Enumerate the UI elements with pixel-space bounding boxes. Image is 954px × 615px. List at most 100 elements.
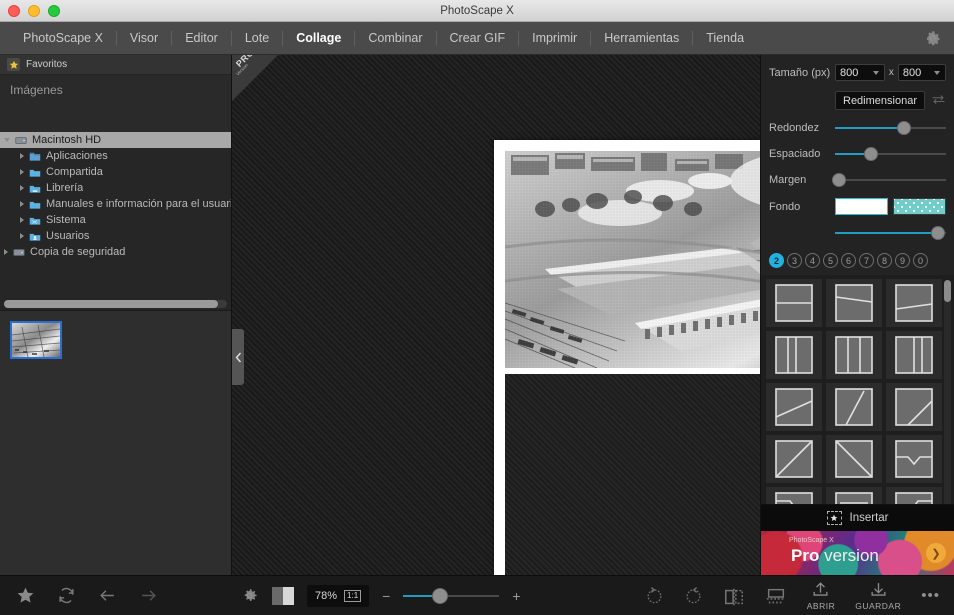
open-button[interactable]: ABRIR	[807, 580, 835, 611]
layout-tile-three-columns-even[interactable]	[826, 331, 882, 379]
collage-sheet[interactable]	[494, 140, 760, 575]
menu-item-combinar[interactable]: Combinar	[355, 22, 435, 55]
layout-tile-diagonal-steep-up[interactable]	[826, 383, 882, 431]
chevron-down-icon[interactable]	[4, 138, 10, 142]
layout-tile-two-rows-slanted-bottom[interactable]	[886, 279, 942, 327]
back-arrow-icon[interactable]	[98, 586, 117, 605]
zoom-slider[interactable]	[403, 588, 499, 604]
sidebar-collapse-handle[interactable]	[232, 329, 244, 385]
spacing-slider[interactable]	[835, 146, 946, 162]
layout-tile-diagonal-full-up[interactable]	[766, 435, 822, 483]
flip-horizontal-icon[interactable]	[723, 586, 745, 605]
rotate-left-icon[interactable]	[645, 586, 664, 605]
scrollbar-track[interactable]	[4, 300, 227, 308]
width-select[interactable]: 800	[835, 64, 885, 81]
menu-item-tienda[interactable]: Tienda	[693, 22, 757, 55]
count-badge-5[interactable]: 5	[823, 253, 838, 268]
menu-item-imprimir[interactable]: Imprimir	[519, 22, 590, 55]
tree-row-libreria[interactable]: Librería	[0, 180, 231, 196]
layout-tile-zigzag-horizontal[interactable]	[886, 435, 942, 483]
chevron-right-icon[interactable]	[20, 153, 24, 159]
insert-button[interactable]: Insertar	[761, 504, 954, 531]
layout-tile-partial-bracket-right[interactable]	[886, 487, 942, 504]
collage-cell-top[interactable]	[505, 151, 760, 368]
chevron-right-icon[interactable]	[4, 249, 8, 255]
chevron-right-icon[interactable]	[20, 169, 24, 175]
slider-knob[interactable]	[432, 588, 448, 604]
zoom-in-button[interactable]: +	[512, 588, 520, 604]
chevron-right-icon[interactable]	[20, 201, 24, 207]
count-badge-2[interactable]: 2	[769, 253, 784, 268]
tree-row-compartida[interactable]: Compartida	[0, 164, 231, 180]
count-badge-6[interactable]: 6	[841, 253, 856, 268]
flip-vertical-icon[interactable]	[765, 586, 787, 605]
slider-knob[interactable]	[864, 147, 878, 161]
chevron-right-icon[interactable]	[20, 233, 24, 239]
layout-tile-two-rows-slanted-top[interactable]	[826, 279, 882, 327]
slider-knob[interactable]	[832, 173, 846, 187]
tree-row-sistema[interactable]: Sistema	[0, 212, 231, 228]
layout-vertical-scrollbar[interactable]	[944, 280, 951, 504]
save-button[interactable]: GUARDAR	[855, 580, 901, 611]
background-color-swatch[interactable]	[835, 198, 888, 215]
count-badge-3[interactable]: 3	[787, 253, 802, 268]
refresh-icon[interactable]	[57, 586, 76, 605]
count-badge-8[interactable]: 8	[877, 253, 892, 268]
gear-icon[interactable]	[924, 29, 942, 47]
slider-knob[interactable]	[897, 121, 911, 135]
menu-item-photoscape-x[interactable]: PhotoScape X	[10, 22, 116, 55]
tree-row-aplicaciones[interactable]: Aplicaciones	[0, 148, 231, 164]
forward-arrow-icon[interactable]	[139, 586, 158, 605]
menu-item-crear-gif[interactable]: Crear GIF	[437, 22, 519, 55]
count-badge-9[interactable]: 9	[895, 253, 910, 268]
favorites-header[interactable]: Favoritos	[0, 55, 231, 75]
layout-tile-two-rows-horizontal[interactable]	[766, 279, 822, 327]
layout-tile-partial-bar-top[interactable]	[826, 487, 882, 504]
background-toggle-icon[interactable]	[272, 587, 294, 605]
collage-canvas[interactable]: PRO Version	[232, 55, 760, 575]
chevron-right-icon[interactable]	[20, 185, 24, 191]
height-select[interactable]: 800	[898, 64, 946, 81]
layout-tile-three-columns-narrow-left[interactable]	[766, 331, 822, 379]
menu-item-collage[interactable]: Collage	[283, 22, 354, 55]
chevron-right-icon[interactable]	[20, 217, 24, 223]
background-opacity-slider[interactable]	[835, 225, 946, 241]
margin-slider[interactable]	[835, 172, 946, 188]
layout-tile-diagonal-corner-up[interactable]	[886, 383, 942, 431]
more-options-icon[interactable]: •••	[921, 587, 940, 604]
count-badge-4[interactable]: 4	[805, 253, 820, 268]
gear-icon[interactable]	[240, 586, 259, 605]
tree-row-copia-de-seguridad[interactable]: Copia de seguridad	[0, 244, 231, 260]
roundness-slider[interactable]	[835, 120, 946, 136]
menu-item-visor[interactable]: Visor	[117, 22, 171, 55]
scrollbar-thumb[interactable]	[4, 300, 218, 308]
collage-cell-bottom[interactable]	[505, 374, 760, 575]
zoom-out-button[interactable]: −	[382, 588, 390, 604]
swap-arrows-icon[interactable]	[931, 92, 946, 110]
layout-tile-diagonal-full-down[interactable]	[826, 435, 882, 483]
thumbnail-item[interactable]	[10, 321, 62, 359]
resize-button[interactable]: Redimensionar	[835, 91, 925, 110]
sidebar-horizontal-scrollbar[interactable]	[0, 297, 231, 310]
scrollbar-thumb[interactable]	[944, 280, 951, 302]
rotate-right-icon[interactable]	[684, 586, 703, 605]
slider-knob[interactable]	[931, 226, 945, 240]
menu-item-herramientas[interactable]: Herramientas	[591, 22, 692, 55]
layout-tile-diagonal-shallow-up[interactable]	[766, 383, 822, 431]
layout-tile-partial-bracket-left[interactable]	[766, 487, 822, 504]
count-badge-0[interactable]: 0	[913, 253, 928, 268]
actual-size-button[interactable]: 1:1	[344, 590, 361, 602]
menu-item-lote[interactable]: Lote	[232, 22, 282, 55]
pro-version-promo-banner[interactable]: PhotoScape X Pro version ❯	[761, 531, 954, 575]
menu-item-editor[interactable]: Editor	[172, 22, 231, 55]
favorite-star-icon[interactable]	[16, 586, 35, 605]
favorite-item-imagenes[interactable]: Imágenes	[0, 81, 231, 99]
count-badge-7[interactable]: 7	[859, 253, 874, 268]
layout-template-grid[interactable]	[761, 275, 954, 504]
background-pattern-swatch[interactable]	[893, 198, 946, 215]
tree-row-manuales[interactable]: Manuales e información para el usuario	[0, 196, 231, 212]
chevron-right-icon[interactable]: ❯	[926, 543, 946, 563]
layout-tile-three-columns-narrow-right[interactable]	[886, 331, 942, 379]
pro-ribbon-badge[interactable]: PRO Version	[232, 55, 278, 101]
tree-row-macintosh-hd[interactable]: Macintosh HD	[0, 132, 231, 148]
